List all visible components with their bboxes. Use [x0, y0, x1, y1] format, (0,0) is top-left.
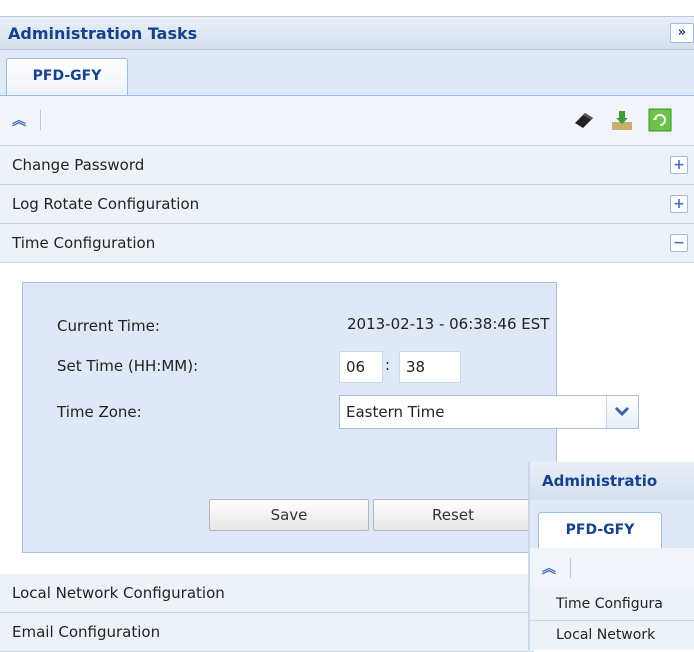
section-local-network[interactable]: Local Network Configuration — [0, 574, 534, 613]
secondary-toolbar: ︽ — [530, 548, 694, 591]
section-change-password[interactable]: Change Password + — [0, 146, 694, 185]
minutes-input[interactable]: 38 — [399, 351, 461, 383]
secondary-collapse-all-button[interactable]: ︽ — [542, 558, 556, 578]
section-label: Time Configura — [556, 596, 663, 612]
section-time-configuration[interactable]: Time Configuration − — [0, 224, 694, 263]
collapse-button[interactable]: − — [670, 234, 688, 252]
set-time-label: Set Time (HH:MM): — [57, 357, 199, 375]
top-border — [0, 0, 694, 12]
toolbar-separator — [570, 558, 571, 578]
current-time-label: Current Time: — [57, 317, 160, 335]
section-label: Local Network Configuration — [12, 584, 225, 602]
toolbar: ︽ — [0, 96, 694, 146]
reset-button[interactable]: Reset — [373, 499, 533, 531]
tab-pfd-gfy[interactable]: PFD-GFY — [6, 58, 128, 95]
section-label: Time Configuration — [12, 234, 156, 252]
secondary-tab-strip: PFD-GFY — [530, 500, 694, 549]
section-label: Local Network — [556, 627, 656, 643]
save-button[interactable]: Save — [209, 499, 369, 531]
secondary-section-time[interactable]: Time Configura — [530, 590, 694, 621]
secondary-section-network[interactable]: Local Network — [530, 621, 694, 650]
expand-button[interactable]: + — [670, 156, 688, 174]
collapse-panel-button[interactable]: » — [670, 23, 694, 43]
section-label: Change Password — [12, 156, 145, 174]
refresh-icon[interactable] — [648, 108, 672, 132]
panel-header: Administration Tasks » — [0, 16, 694, 50]
time-separator: : — [385, 356, 391, 374]
time-configuration-panel: Current Time: 2013-02-13 - 06:38:46 EST … — [22, 282, 639, 553]
tab-strip: PFD-GFY — [0, 50, 694, 96]
current-time-value: 2013-02-13 - 06:38:46 EST — [347, 315, 550, 333]
section-email[interactable]: Email Configuration — [0, 613, 534, 652]
timezone-label: Time Zone: — [57, 403, 142, 421]
section-label: Log Rotate Configuration — [12, 195, 200, 213]
hours-input[interactable]: 06 — [339, 351, 383, 383]
collapse-all-button[interactable]: ︽ — [12, 110, 26, 130]
chevron-down-icon — [614, 406, 630, 417]
secondary-tab-pfd-gfy[interactable]: PFD-GFY — [538, 512, 662, 548]
timezone-select[interactable]: Eastern Time — [339, 395, 639, 429]
section-log-rotate[interactable]: Log Rotate Configuration + — [0, 185, 694, 224]
expand-button[interactable]: + — [670, 195, 688, 213]
secondary-window-header: Administratio — [530, 462, 694, 501]
dropdown-button[interactable] — [606, 396, 638, 428]
eraser-icon[interactable] — [572, 108, 596, 132]
download-icon[interactable] — [610, 108, 634, 132]
section-label: Email Configuration — [12, 623, 161, 641]
secondary-window: Administratio PFD-GFY ︽ Time Configura L… — [528, 462, 694, 650]
toolbar-separator — [40, 110, 41, 130]
secondary-window-title: Administratio — [542, 472, 658, 490]
panel-title: Administration Tasks — [8, 24, 198, 43]
timezone-value: Eastern Time — [346, 403, 445, 421]
